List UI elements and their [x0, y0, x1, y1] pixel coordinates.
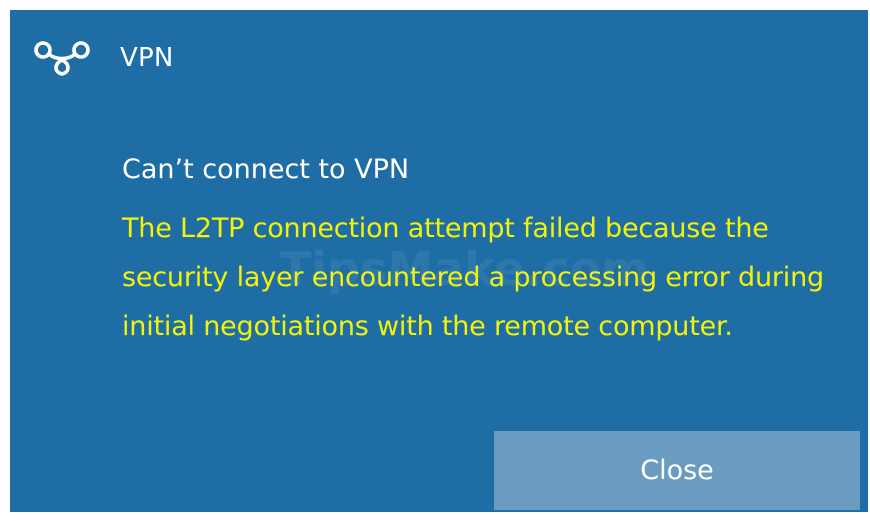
vpn-icon [34, 41, 90, 76]
notification-title: Can’t connect to VPN [122, 154, 410, 185]
vpn-notification-toast: VPN Can’t connect to VPN The L2TP connec… [10, 10, 868, 512]
app-name: VPN [120, 43, 174, 73]
notification-message: The L2TP connection attempt failed becau… [122, 213, 824, 342]
close-button[interactable]: Close [494, 431, 860, 510]
notification-header: VPN [32, 38, 174, 78]
